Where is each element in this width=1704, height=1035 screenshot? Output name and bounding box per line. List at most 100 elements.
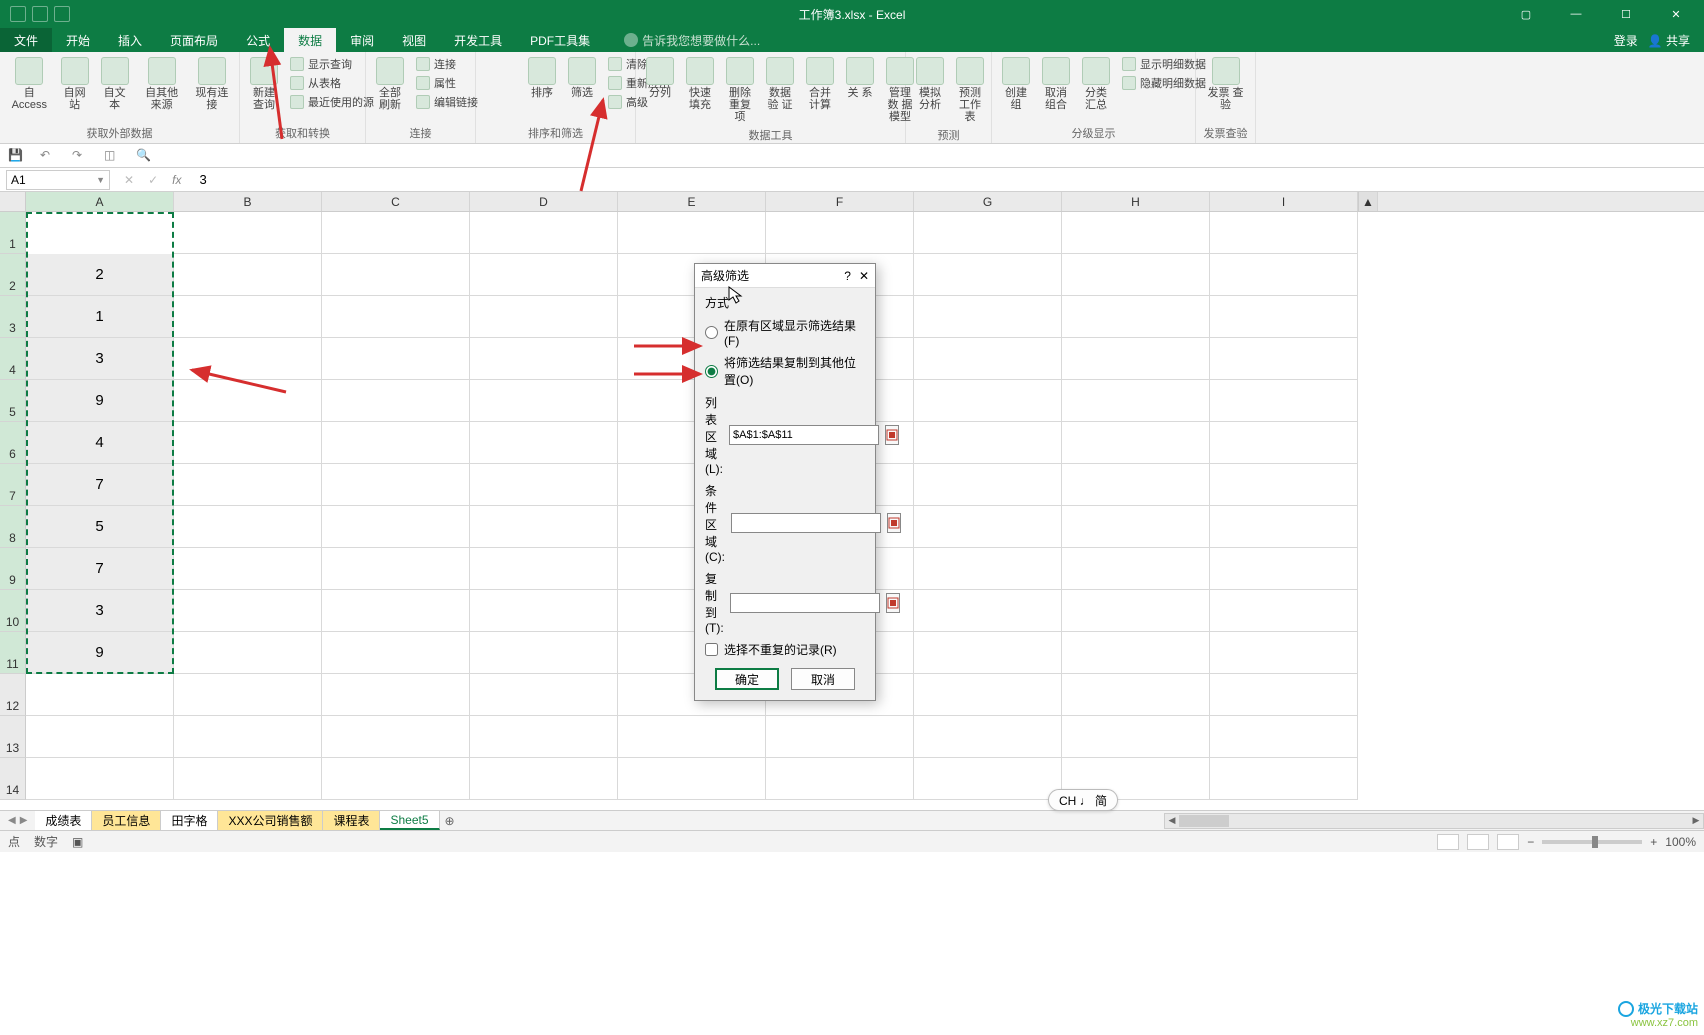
col-header-D[interactable]: D	[470, 192, 618, 211]
ungroup-button[interactable]: 取消组合	[1038, 55, 1074, 113]
cell[interactable]	[322, 548, 470, 590]
sort-asc-icon[interactable]	[482, 61, 500, 79]
cell[interactable]	[1210, 464, 1358, 506]
row-header[interactable]: 13	[0, 716, 26, 758]
subtotal-button[interactable]: 分类汇总	[1078, 55, 1114, 113]
cell[interactable]	[470, 212, 618, 254]
cell[interactable]	[1062, 422, 1210, 464]
cell[interactable]	[470, 254, 618, 296]
connections-button[interactable]: 连接	[412, 55, 482, 73]
cell[interactable]	[1062, 380, 1210, 422]
qat2-undo-icon[interactable]: ↶	[40, 148, 56, 164]
view-normal-icon[interactable]	[1437, 834, 1459, 850]
filter-button[interactable]: 筛选	[564, 55, 600, 101]
cell[interactable]	[322, 338, 470, 380]
radio-copy-to-other[interactable]: 将筛选结果复制到其他位置(O)	[705, 354, 865, 388]
qat-undo-icon[interactable]	[32, 6, 48, 22]
cell[interactable]	[1062, 506, 1210, 548]
cell[interactable]	[1210, 380, 1358, 422]
cell[interactable]	[914, 716, 1062, 758]
radio-filter-inplace[interactable]: 在原有区域显示筛选结果(F)	[705, 317, 865, 348]
remove-duplicates-button[interactable]: 删除 重复项	[722, 55, 758, 125]
cell[interactable]	[914, 254, 1062, 296]
dialog-help-icon[interactable]: ?	[844, 269, 851, 283]
cell[interactable]	[174, 716, 322, 758]
zoom-slider[interactable]	[1542, 840, 1642, 844]
cell[interactable]	[26, 758, 174, 800]
properties-button[interactable]: 属性	[412, 74, 482, 92]
col-header-A[interactable]: A	[26, 192, 174, 211]
cell[interactable]: 9	[26, 380, 174, 422]
tab-file[interactable]: 文件	[0, 28, 52, 52]
minimize-icon[interactable]: —	[1554, 0, 1598, 28]
ribbon-options-icon[interactable]: ▢	[1504, 0, 1548, 28]
cell[interactable]	[1210, 548, 1358, 590]
cell[interactable]	[766, 212, 914, 254]
cell[interactable]	[914, 632, 1062, 674]
dialog-cancel-button[interactable]: 取消	[791, 668, 855, 690]
vscroll-up-icon[interactable]: ▲	[1358, 192, 1378, 211]
cell[interactable]	[1062, 212, 1210, 254]
show-queries-button[interactable]: 显示查询	[286, 55, 378, 73]
cell[interactable]	[914, 296, 1062, 338]
cell[interactable]	[174, 758, 322, 800]
sheet-tab-sales[interactable]: XXX公司销售额	[218, 811, 323, 830]
cell[interactable]	[470, 716, 618, 758]
dialog-ok-button[interactable]: 确定	[715, 668, 779, 690]
cell[interactable]	[1210, 674, 1358, 716]
sheet-tab-grades[interactable]: 成绩表	[35, 811, 92, 830]
cell[interactable]	[1062, 338, 1210, 380]
sheet-nav-first-icon[interactable]: ◀	[8, 815, 16, 826]
col-header-G[interactable]: G	[914, 192, 1062, 211]
cell[interactable]	[1210, 254, 1358, 296]
cell[interactable]: 1	[26, 296, 174, 338]
whatif-button[interactable]: 模拟分析	[912, 55, 948, 113]
zoom-out-button[interactable]: −	[1527, 835, 1534, 849]
text-to-columns-button[interactable]: 分列	[642, 55, 678, 101]
row-header[interactable]: 3	[0, 296, 26, 338]
col-header-I[interactable]: I	[1210, 192, 1358, 211]
cell[interactable]	[470, 548, 618, 590]
hscroll-thumb[interactable]	[1179, 815, 1229, 827]
cell[interactable]: 7	[26, 464, 174, 506]
row-header[interactable]: 12	[0, 674, 26, 716]
tab-dev[interactable]: 开发工具	[440, 28, 516, 52]
cell[interactable]	[914, 422, 1062, 464]
maximize-icon[interactable]: ☐	[1604, 0, 1648, 28]
cell[interactable]	[322, 254, 470, 296]
cell[interactable]	[174, 674, 322, 716]
cell[interactable]: 3	[26, 590, 174, 632]
cell[interactable]	[322, 590, 470, 632]
from-access-button[interactable]: 自 Access	[6, 55, 53, 113]
cell[interactable]	[914, 548, 1062, 590]
row-header[interactable]: 11	[0, 632, 26, 674]
cell[interactable]: 2	[26, 254, 174, 296]
close-icon[interactable]: ✕	[1654, 0, 1698, 28]
horizontal-scrollbar[interactable]: ◀ ▶	[1164, 813, 1704, 829]
cell[interactable]	[322, 758, 470, 800]
row-header[interactable]: 14	[0, 758, 26, 800]
qat2-redo-icon[interactable]: ↷	[72, 148, 88, 164]
qat-redo-icon[interactable]	[54, 6, 70, 22]
cell[interactable]	[470, 464, 618, 506]
cell[interactable]	[914, 674, 1062, 716]
new-query-button[interactable]: 新建 查询	[246, 55, 282, 113]
cell[interactable]	[914, 464, 1062, 506]
formula-input[interactable]: 3	[193, 172, 1704, 187]
list-range-refedit-icon[interactable]	[885, 425, 899, 445]
dialog-close-icon[interactable]: ✕	[859, 269, 869, 283]
refresh-all-button[interactable]: 全部刷新	[372, 55, 408, 113]
relationships-button[interactable]: 关 系	[842, 55, 878, 101]
cell[interactable]	[1210, 716, 1358, 758]
cell[interactable]	[766, 758, 914, 800]
row-header[interactable]: 2	[0, 254, 26, 296]
sheet-tab-courses[interactable]: 课程表	[323, 811, 380, 830]
from-text-button[interactable]: 自文本	[97, 55, 133, 113]
tell-me[interactable]: 告诉我您想要做什么...	[614, 28, 770, 52]
cell[interactable]	[322, 212, 470, 254]
view-page-layout-icon[interactable]	[1467, 834, 1489, 850]
cell[interactable]: 5	[26, 506, 174, 548]
cell[interactable]	[322, 464, 470, 506]
copy-to-input[interactable]	[730, 593, 880, 613]
cell[interactable]	[914, 380, 1062, 422]
